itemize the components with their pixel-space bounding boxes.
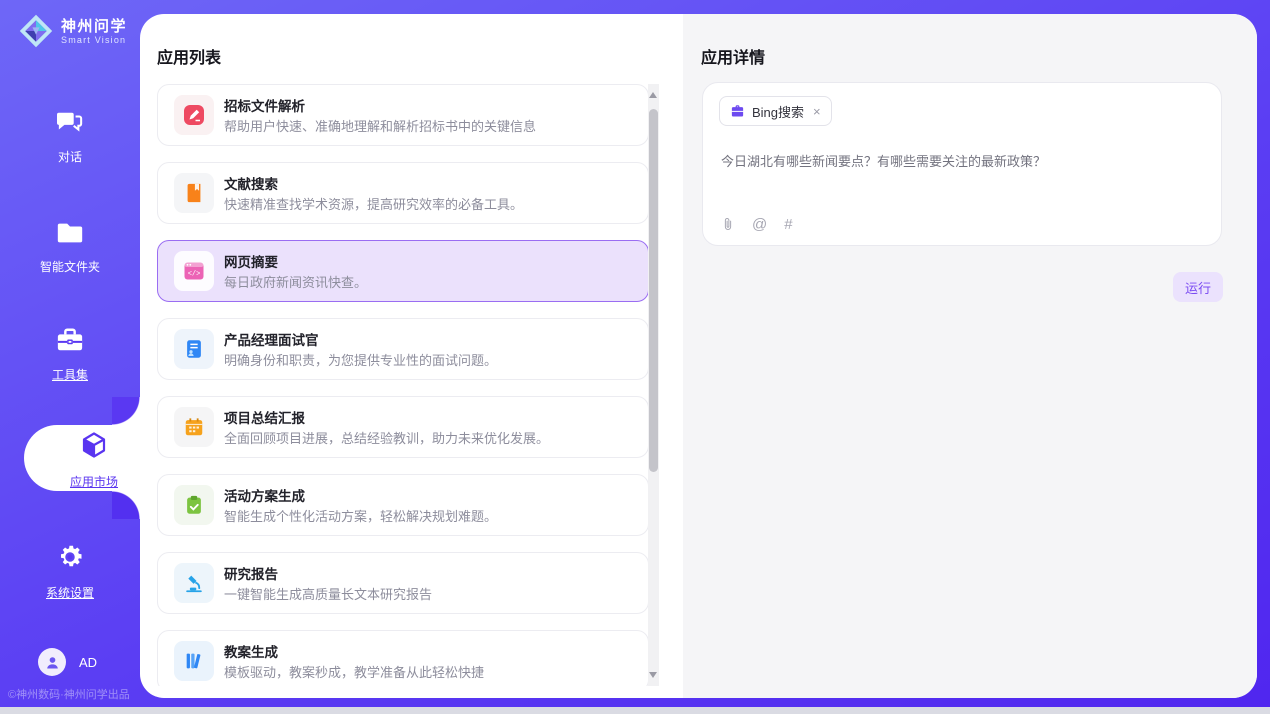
resume-document-icon bbox=[183, 338, 205, 360]
folder-icon bbox=[55, 220, 85, 246]
brand-text: 神州问学 Smart Vision bbox=[61, 18, 127, 45]
books-icon bbox=[183, 650, 205, 672]
clipboard-check-icon bbox=[183, 494, 205, 516]
tool-tag-bing-search: Bing搜索 × bbox=[719, 96, 832, 126]
main-container: 应用列表 招标文件解析 帮助用户快速、准确地理解和解析招标书中的关键信息 bbox=[140, 14, 1257, 698]
gear-icon bbox=[55, 542, 85, 572]
brand-name: 神州问学 bbox=[61, 18, 127, 35]
app-desc: 每日政府新闻资讯快查。 bbox=[224, 272, 367, 291]
sidebar-item-label: 系统设置 bbox=[0, 584, 140, 601]
mention-icon[interactable]: @ bbox=[752, 216, 767, 233]
sidebar-item-label: 工具集 bbox=[0, 366, 140, 383]
app-desc: 帮助用户快速、准确地理解和解析招标书中的关键信息 bbox=[224, 116, 536, 135]
app-card-bid-parse[interactable]: 招标文件解析 帮助用户快速、准确地理解和解析招标书中的关键信息 bbox=[157, 84, 649, 146]
user-account[interactable]: AD bbox=[38, 648, 97, 676]
app-window: 神州问学 Smart Vision 对话 智能文件夹 bbox=[0, 0, 1270, 714]
query-text[interactable]: 今日湖北有哪些新闻要点？有哪些需要关注的最新政策？ bbox=[721, 151, 1201, 170]
app-desc: 明确身份和职责，为您提供专业性的面试问题。 bbox=[224, 350, 497, 369]
hash-icon[interactable]: # bbox=[784, 216, 792, 233]
app-card-literature-search[interactable]: 文献搜索 快速精准查找学术资源，提高研究效率的必备工具。 bbox=[157, 162, 649, 224]
brand-subtitle: Smart Vision bbox=[61, 35, 127, 45]
sidebar-item-smart-folder[interactable]: 智能文件夹 bbox=[0, 220, 140, 275]
svg-text:</>: </> bbox=[188, 271, 201, 279]
app-list-scrollbar[interactable] bbox=[648, 84, 659, 686]
app-name: 研究报告 bbox=[224, 563, 278, 583]
sidebar-item-toolset[interactable]: 工具集 bbox=[0, 326, 140, 383]
app-desc: 快速精准查找学术资源，提高研究效率的必备工具。 bbox=[224, 194, 523, 213]
brand-logo: 神州问学 Smart Vision bbox=[18, 13, 127, 49]
chat-icon bbox=[55, 110, 85, 136]
sidebar-item-chat[interactable]: 对话 bbox=[0, 110, 140, 165]
bottom-edge bbox=[0, 707, 1270, 714]
webpage-code-icon: </> bbox=[182, 259, 206, 283]
run-button[interactable]: 运行 bbox=[1173, 272, 1223, 302]
app-name: 招标文件解析 bbox=[224, 95, 305, 115]
app-list-panel: 应用列表 招标文件解析 帮助用户快速、准确地理解和解析招标书中的关键信息 bbox=[140, 14, 683, 698]
app-name: 活动方案生成 bbox=[224, 485, 305, 505]
app-card-webpage-summary[interactable]: </> 网页摘要 每日政府新闻资讯快查。 bbox=[157, 240, 649, 302]
copyright: ©神州数码·神州问学出品 bbox=[8, 686, 130, 702]
app-card-pm-interviewer[interactable]: 产品经理面试官 明确身份和职责，为您提供专业性的面试问题。 bbox=[157, 318, 649, 380]
diamond-logo-icon bbox=[18, 13, 54, 49]
app-desc: 智能生成个性化活动方案，轻松解决规划难题。 bbox=[224, 506, 497, 525]
book-icon bbox=[183, 182, 205, 204]
app-card-lesson-plan[interactable]: 教案生成 模板驱动，教案秒成，教学准备从此轻松快捷 bbox=[157, 630, 649, 686]
app-desc: 模板驱动，教案秒成，教学准备从此轻松快捷 bbox=[224, 662, 484, 681]
app-name: 产品经理面试官 bbox=[224, 329, 319, 349]
scroll-up-icon[interactable] bbox=[649, 92, 657, 98]
sidebar-item-label: 智能文件夹 bbox=[0, 258, 140, 275]
app-detail-panel: 应用详情 Bing搜索 × 今日湖北有哪些新闻要点？有哪些需要关注的最新政策？ … bbox=[683, 14, 1257, 698]
calendar-icon bbox=[183, 416, 205, 438]
sidebar: 神州问学 Smart Vision 对话 智能文件夹 bbox=[0, 0, 140, 714]
tool-tag-label: Bing搜索 bbox=[752, 102, 804, 121]
app-desc: 一键智能生成高质量长文本研究报告 bbox=[224, 584, 432, 603]
close-icon[interactable]: × bbox=[813, 104, 821, 119]
avatar bbox=[38, 648, 66, 676]
sidebar-item-app-market[interactable]: 应用市场 bbox=[24, 425, 140, 491]
microscope-icon bbox=[183, 572, 205, 594]
app-desc: 全面回顾项目进展，总结经验教训，助力未来优化发展。 bbox=[224, 428, 549, 447]
toolbox-icon bbox=[55, 326, 85, 354]
edit-document-icon bbox=[182, 103, 206, 127]
sidebar-item-settings[interactable]: 系统设置 bbox=[0, 542, 140, 601]
sidebar-item-label: 对话 bbox=[0, 148, 140, 165]
prompt-composer: Bing搜索 × 今日湖北有哪些新闻要点？有哪些需要关注的最新政策？ @ # bbox=[702, 82, 1222, 246]
scrollbar-thumb[interactable] bbox=[649, 109, 658, 472]
app-card-event-plan[interactable]: 活动方案生成 智能生成个性化活动方案，轻松解决规划难题。 bbox=[157, 474, 649, 536]
composer-toolbar: @ # bbox=[721, 215, 793, 233]
app-name: 教案生成 bbox=[224, 641, 278, 661]
app-list-title: 应用列表 bbox=[157, 44, 221, 68]
person-icon bbox=[44, 654, 61, 671]
app-card-project-summary[interactable]: 项目总结汇报 全面回顾项目进展，总结经验教训，助力未来优化发展。 bbox=[157, 396, 649, 458]
user-name: AD bbox=[79, 655, 97, 670]
app-name: 网页摘要 bbox=[224, 251, 278, 271]
app-card-research-report[interactable]: 研究报告 一键智能生成高质量长文本研究报告 bbox=[157, 552, 649, 614]
cube-icon bbox=[78, 429, 110, 461]
paperclip-icon[interactable] bbox=[721, 215, 735, 233]
app-name: 文献搜索 bbox=[224, 173, 278, 193]
app-name: 项目总结汇报 bbox=[224, 407, 305, 427]
briefcase-icon bbox=[730, 104, 745, 119]
app-detail-title: 应用详情 bbox=[701, 44, 765, 68]
app-list: 招标文件解析 帮助用户快速、准确地理解和解析招标书中的关键信息 文献搜索 快速精… bbox=[157, 84, 649, 686]
scroll-down-icon[interactable] bbox=[649, 672, 657, 678]
